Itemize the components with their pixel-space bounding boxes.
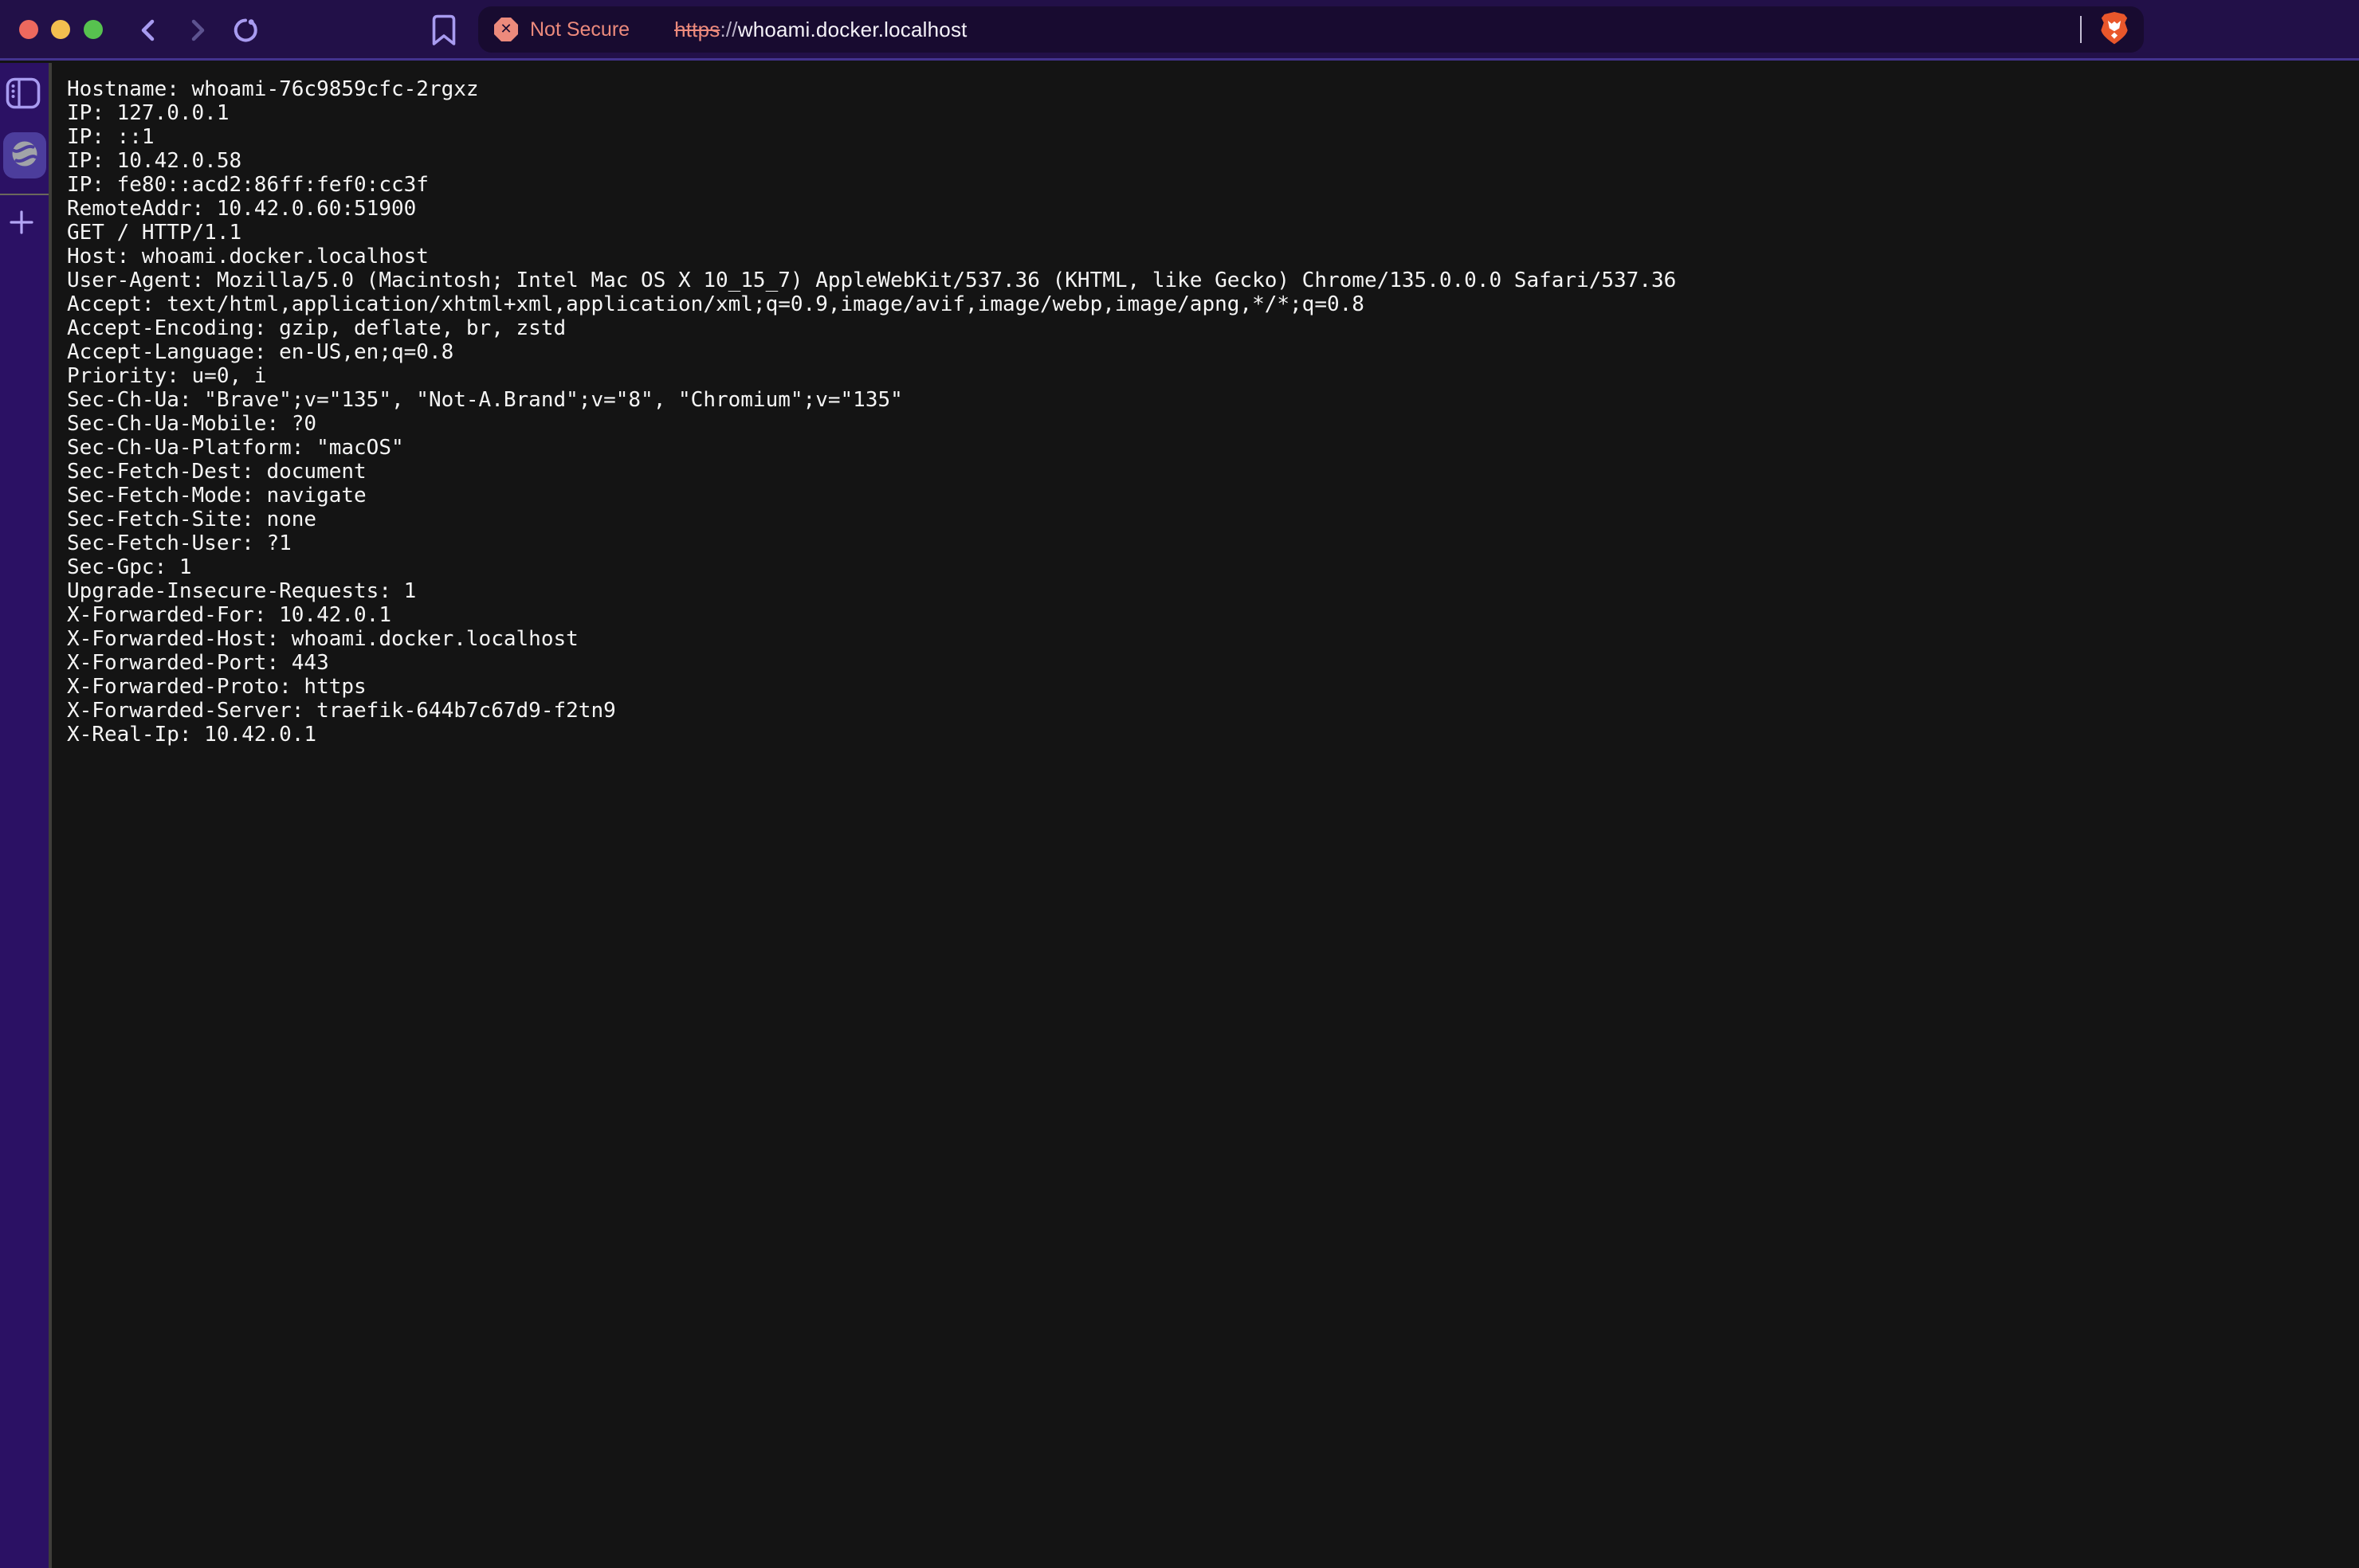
url-separator: :// [720, 18, 737, 41]
url-text[interactable]: https://whoami.docker.localhost [674, 18, 968, 42]
active-tab[interactable] [3, 132, 46, 178]
reload-button[interactable] [231, 16, 260, 45]
whoami-output: Hostname: whoami-76c9859cfc-2rgxz IP: 12… [67, 77, 1676, 747]
close-button[interactable] [19, 20, 38, 39]
not-secure-icon: ✕ [494, 18, 518, 41]
back-icon [135, 16, 163, 45]
reload-icon [231, 16, 260, 45]
address-bar[interactable]: ✕ Not Secure https://whoami.docker.local… [478, 6, 2144, 53]
sidebar-divider [0, 194, 49, 195]
sidebar-toggle-icon [6, 100, 41, 112]
url-scheme: https [674, 18, 720, 41]
page-content: Hostname: whoami-76c9859cfc-2rgxz IP: 12… [55, 63, 2359, 1568]
sidebar-toggle-button[interactable] [6, 77, 41, 112]
brave-shields-button[interactable] [2099, 10, 2129, 49]
not-secure-label[interactable]: Not Secure [530, 18, 630, 41]
new-tab-icon [7, 227, 36, 239]
url-host: whoami.docker.localhost [738, 18, 968, 41]
bookmark-icon [431, 14, 460, 47]
maximize-button[interactable] [84, 20, 103, 39]
minimize-button[interactable] [51, 20, 70, 39]
forward-button[interactable] [183, 16, 211, 45]
vertical-tabs-sidebar [0, 63, 52, 1568]
bookmark-button[interactable] [431, 14, 460, 42]
brave-lion-icon [2099, 35, 2129, 49]
new-tab-button[interactable] [7, 208, 36, 239]
globe-tab-icon [10, 139, 39, 172]
forward-icon [183, 16, 211, 45]
browser-toolbar: ✕ Not Secure https://whoami.docker.local… [0, 0, 2359, 61]
urlbar-divider [2080, 16, 2082, 43]
back-button[interactable] [135, 16, 163, 45]
